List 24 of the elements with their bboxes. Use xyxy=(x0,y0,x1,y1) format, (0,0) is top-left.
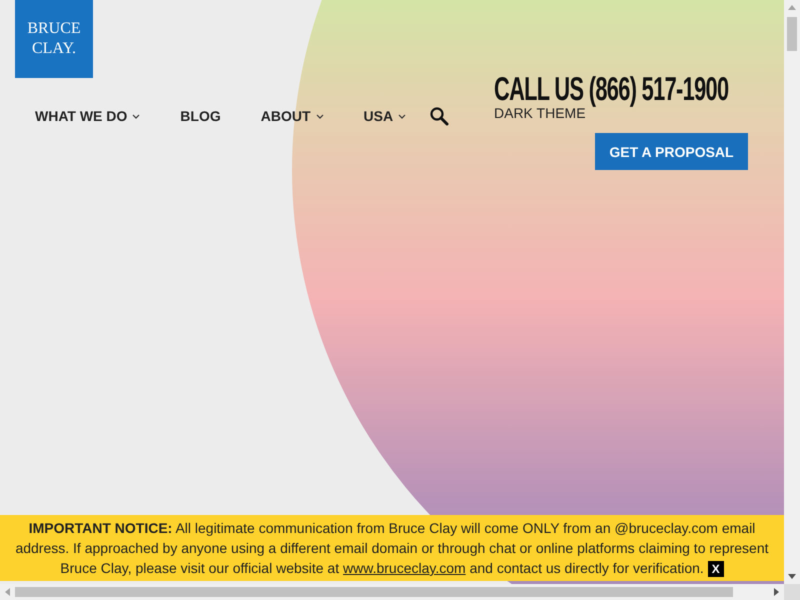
nav-link[interactable]: BLOG xyxy=(180,108,221,124)
close-button[interactable]: X xyxy=(708,561,724,577)
scroll-up-icon[interactable] xyxy=(788,5,796,10)
logo[interactable]: BRUCE CLAY. xyxy=(15,0,93,78)
phone-number[interactable]: CALL US (866) 517-1900 xyxy=(494,70,728,108)
chevron-down-icon xyxy=(398,114,406,118)
get-proposal-button[interactable]: GET A PROPOSAL xyxy=(595,133,748,170)
website-link[interactable]: www.bruceclay.com xyxy=(343,560,466,576)
notice-text: IMPORTANT NOTICE: All legitimate communication from Bruce Clay will come ONLY from an @bruceclay.com email address. If approached by anyone using a different email domain or through chat or online platforms claiming to represent Bruce Clay, please visit our official website at www.bruceclay.com and contact us directly for verification. X xyxy=(14,519,770,578)
nav-link[interactable]: WHAT WE DO xyxy=(35,108,140,124)
scroll-right-icon[interactable] xyxy=(774,588,779,596)
scroll-down-icon[interactable] xyxy=(788,574,796,579)
search-icon[interactable] xyxy=(429,106,450,126)
nav-link[interactable]: USA xyxy=(364,108,406,124)
scrollbar-thumb[interactable] xyxy=(15,587,733,597)
chevron-down-icon xyxy=(316,114,324,118)
scroll-left-icon[interactable] xyxy=(5,588,10,596)
vertical-scrollbar[interactable] xyxy=(784,0,800,584)
scrollbar-thumb[interactable] xyxy=(787,17,797,51)
nav-link[interactable]: ABOUT xyxy=(260,108,324,124)
theme-toggle-link[interactable]: DARK THEME xyxy=(494,105,586,121)
chevron-down-icon xyxy=(132,114,140,118)
horizontal-scrollbar[interactable] xyxy=(0,584,784,600)
scrollbar-corner xyxy=(784,584,800,600)
